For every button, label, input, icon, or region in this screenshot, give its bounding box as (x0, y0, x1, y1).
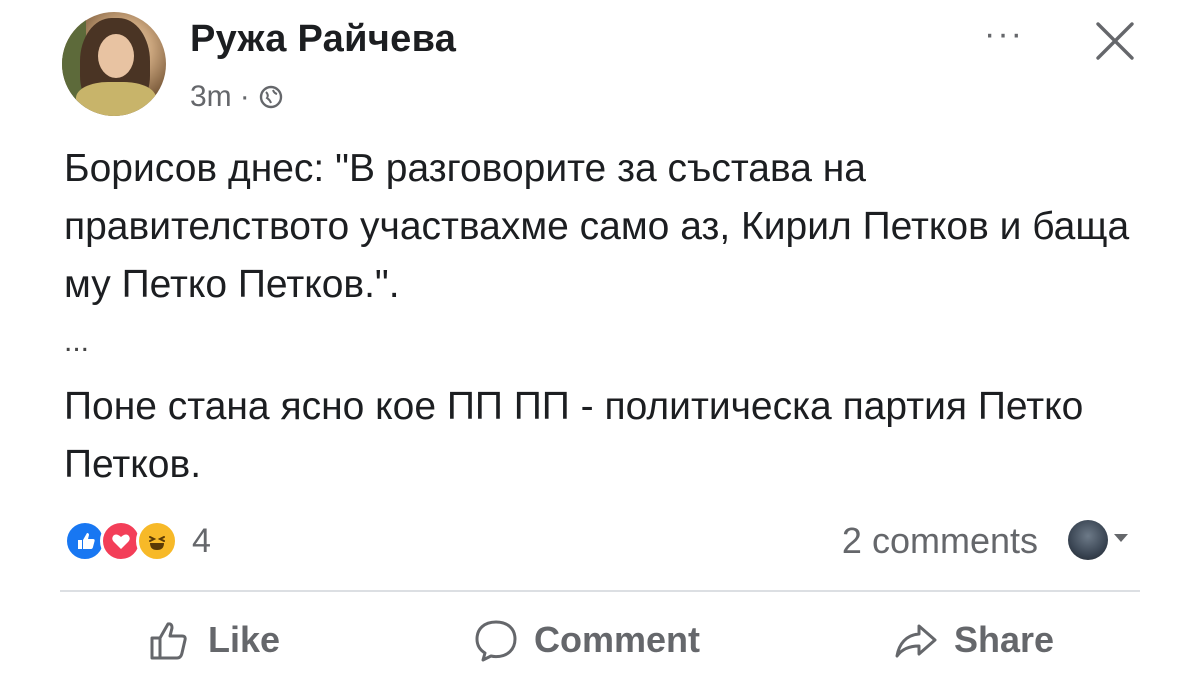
avatar-shirt (76, 82, 156, 116)
post-ellipsis: ... (64, 325, 90, 358)
chevron-down-icon[interactable] (1114, 534, 1128, 542)
share-label: Share (954, 619, 1055, 660)
comment-button[interactable]: Comment (472, 612, 700, 668)
author-avatar[interactable] (62, 12, 166, 116)
reaction-count: 4 (192, 521, 211, 560)
facebook-post: Ружа Райчева 3m · ··· Борисов днес: "В р… (0, 0, 1200, 675)
like-label: Like (208, 619, 281, 660)
post-meta: 3m · (190, 80, 284, 114)
post-paragraph: Борисов днес: "В разговорите за състава … (64, 147, 1130, 306)
reactions-summary[interactable]: 4 (64, 520, 211, 562)
post-text: Борисов днес: "В разговорите за състава … (64, 140, 1144, 494)
close-icon[interactable] (1086, 14, 1142, 70)
like-button[interactable]: Like (146, 612, 280, 668)
more-options-button[interactable]: ··· (976, 17, 1032, 58)
share-arrow-icon (892, 616, 940, 664)
thumbs-up-icon (146, 616, 194, 664)
viewer-avatar[interactable] (1068, 520, 1108, 560)
haha-reaction-icon (136, 520, 178, 562)
post-time[interactable]: 3m (190, 80, 232, 114)
globe-icon (258, 84, 284, 110)
author-name[interactable]: Ружа Райчева (190, 18, 456, 61)
post-paragraph: Поне стана ясно кое ПП ПП - политическа … (64, 385, 1084, 486)
comment-bubble-icon (472, 616, 520, 664)
avatar-face (98, 34, 134, 78)
comment-label: Comment (534, 619, 701, 660)
divider (60, 590, 1140, 592)
share-button[interactable]: Share (892, 612, 1054, 668)
meta-separator: · (239, 80, 250, 113)
comments-count-link[interactable]: 2 comments (842, 520, 1038, 562)
